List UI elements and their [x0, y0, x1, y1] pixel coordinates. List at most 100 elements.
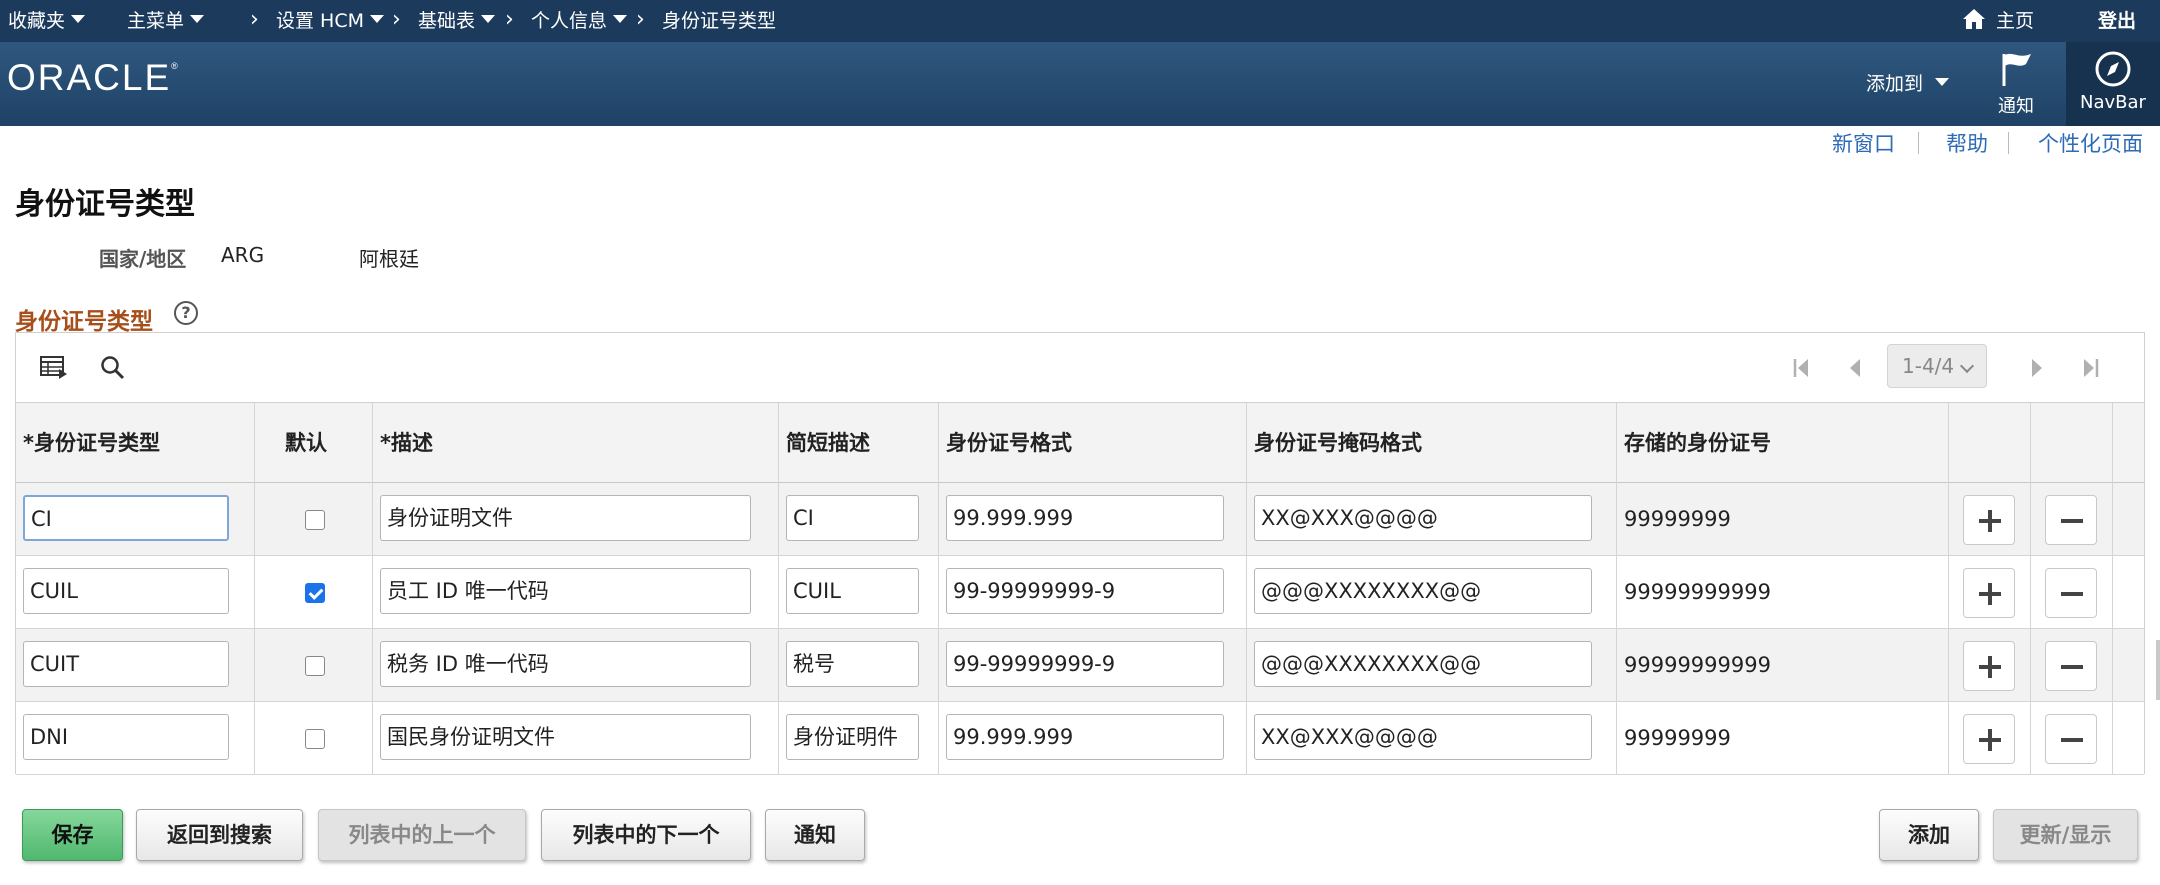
add-row-button[interactable]: [1963, 714, 2015, 764]
default-checkbox[interactable]: [305, 583, 325, 603]
page-range-select[interactable]: 1-4/4: [1887, 344, 1987, 388]
short-description-input[interactable]: 身份证明件: [786, 714, 919, 760]
cell-mask-format: @@@XXXXXXXX@@: [1247, 556, 1617, 629]
help-link[interactable]: 帮助: [1946, 128, 1988, 158]
favorites-menu[interactable]: 收藏夹: [8, 0, 86, 42]
mask-format-input[interactable]: XX@XXX@@@@: [1254, 495, 1592, 541]
return-to-search-button[interactable]: 返回到搜索: [136, 809, 303, 861]
description-input[interactable]: 国民身份证明文件: [380, 714, 751, 760]
cell-id-format: 99.999.999: [939, 702, 1247, 775]
plus-icon-vertical: [1988, 656, 1992, 678]
breadcrumb-setup-hcm[interactable]: 设置 HCM: [276, 0, 384, 42]
chevron-down-icon: [613, 14, 628, 23]
country-name: 阿根廷: [359, 247, 419, 271]
notify-action-button[interactable]: 通知: [765, 809, 865, 861]
column-header-mask-format[interactable]: 身份证号掩码格式: [1247, 403, 1617, 483]
delete-row-button[interactable]: [2045, 641, 2097, 691]
id-type-input[interactable]: CI: [23, 495, 229, 541]
add-to-label: 添加到: [1866, 73, 1924, 95]
personalize-page-link[interactable]: 个性化页面: [2038, 128, 2143, 158]
minus-icon: [2061, 738, 2083, 742]
id-format-input[interactable]: 99.999.999: [946, 714, 1224, 760]
column-header-stored-id[interactable]: 存储的身份证号: [1617, 403, 1949, 483]
help-icon[interactable]: ?: [174, 301, 198, 325]
search-icon[interactable]: [100, 355, 126, 381]
notify-label: 通知: [1998, 96, 2034, 117]
breadcrumb-personal-info[interactable]: 个人信息: [531, 0, 628, 42]
breadcrumb-label: 设置 HCM: [276, 10, 364, 32]
cell-id-type: DNI: [16, 702, 255, 775]
id-format-input[interactable]: 99-99999999-9: [946, 568, 1224, 614]
cell-delete: [2031, 702, 2113, 775]
previous-in-list-button[interactable]: 列表中的上一个: [318, 809, 526, 861]
mask-format-input[interactable]: XX@XXX@@@@: [1254, 714, 1592, 760]
save-button[interactable]: 保存: [22, 809, 123, 861]
cell-default: [255, 483, 373, 556]
logout-link[interactable]: 登出: [2098, 0, 2136, 42]
home-link[interactable]: 主页: [1962, 0, 2034, 42]
column-header-description[interactable]: *描述: [373, 403, 779, 483]
id-format-input[interactable]: 99-99999999-9: [946, 641, 1224, 687]
short-description-input[interactable]: CUIL: [786, 568, 919, 614]
add-button[interactable]: 添加: [1879, 809, 1979, 861]
description-input[interactable]: 员工 ID 唯一代码: [380, 568, 751, 614]
short-description-input[interactable]: CI: [786, 495, 919, 541]
breadcrumb-separator-icon: ›: [505, 7, 514, 32]
home-icon: [1963, 8, 1985, 29]
column-header-id-format[interactable]: 身份证号格式: [939, 403, 1247, 483]
cell-add: [1949, 629, 2031, 702]
add-row-button[interactable]: [1963, 568, 2015, 618]
navbar-label: NavBar: [2080, 92, 2146, 113]
scrollbar[interactable]: [2156, 640, 2160, 700]
navbar-button[interactable]: NavBar: [2066, 42, 2160, 126]
column-header-default[interactable]: 默认: [255, 403, 373, 483]
plus-icon-vertical: [1988, 510, 1992, 532]
breadcrumb-separator-icon: ›: [392, 7, 401, 32]
cell-id-format: 99.999.999: [939, 483, 1247, 556]
id-type-input[interactable]: CUIL: [23, 568, 229, 614]
id-type-input[interactable]: DNI: [23, 714, 229, 760]
description-input[interactable]: 税务 ID 唯一代码: [380, 641, 751, 687]
mask-format-input[interactable]: @@@XXXXXXXX@@: [1254, 641, 1592, 687]
cell-delete: [2031, 483, 2113, 556]
cell-short-description: 身份证明件: [779, 702, 939, 775]
default-checkbox[interactable]: [305, 510, 325, 530]
column-header-id-type[interactable]: *身份证号类型: [16, 403, 255, 483]
main-menu[interactable]: 主菜单: [127, 0, 205, 42]
default-checkbox[interactable]: [305, 656, 325, 676]
short-description-input[interactable]: 税号: [786, 641, 919, 687]
breadcrumb-foundation-tables[interactable]: 基础表: [418, 0, 496, 42]
description-input[interactable]: 身份证明文件: [380, 495, 751, 541]
delete-row-button[interactable]: [2045, 495, 2097, 545]
cell-id-format: 99-99999999-9: [939, 556, 1247, 629]
first-page-icon[interactable]: [1786, 333, 1816, 403]
stored-id-value: 99999999: [1624, 726, 1731, 750]
grid-header: *身份证号类型 默认 *描述 简短描述 身份证号格式 身份证号掩码格式 存储的身…: [16, 403, 2144, 483]
delete-row-button[interactable]: [2045, 714, 2097, 764]
last-page-icon[interactable]: [2076, 333, 2106, 403]
table-row: DNI 国民身份证明文件 身份证明件 99.999.999 XX@XXX@@@@…: [16, 702, 2144, 775]
cell-short-description: CI: [779, 483, 939, 556]
notify-button[interactable]: 通知: [1980, 42, 2052, 126]
add-row-button[interactable]: [1963, 641, 2015, 691]
id-format-input[interactable]: 99.999.999: [946, 495, 1224, 541]
home-label: 主页: [1996, 10, 2035, 32]
stored-id-value: 99999999999: [1624, 653, 1771, 677]
cell-delete: [2031, 629, 2113, 702]
new-window-link[interactable]: 新窗口: [1832, 128, 1895, 158]
mask-format-input[interactable]: @@@XXXXXXXX@@: [1254, 568, 1592, 614]
next-in-list-button[interactable]: 列表中的下一个: [541, 809, 751, 861]
delete-row-button[interactable]: [2045, 568, 2097, 618]
previous-page-icon[interactable]: [1840, 333, 1870, 403]
next-page-icon[interactable]: [2022, 333, 2052, 403]
cell-default: [255, 556, 373, 629]
update-display-button[interactable]: 更新/显示: [1993, 809, 2138, 861]
grid-personalize-icon[interactable]: [40, 355, 68, 381]
column-header-short-description[interactable]: 简短描述: [779, 403, 939, 483]
country-label: 国家/地区: [99, 247, 187, 271]
breadcrumb-separator-icon: ›: [250, 7, 259, 32]
default-checkbox[interactable]: [305, 729, 325, 749]
id-type-input[interactable]: CUIT: [23, 641, 229, 687]
add-row-button[interactable]: [1963, 495, 2015, 545]
add-to-menu[interactable]: 添加到: [1866, 69, 1950, 96]
